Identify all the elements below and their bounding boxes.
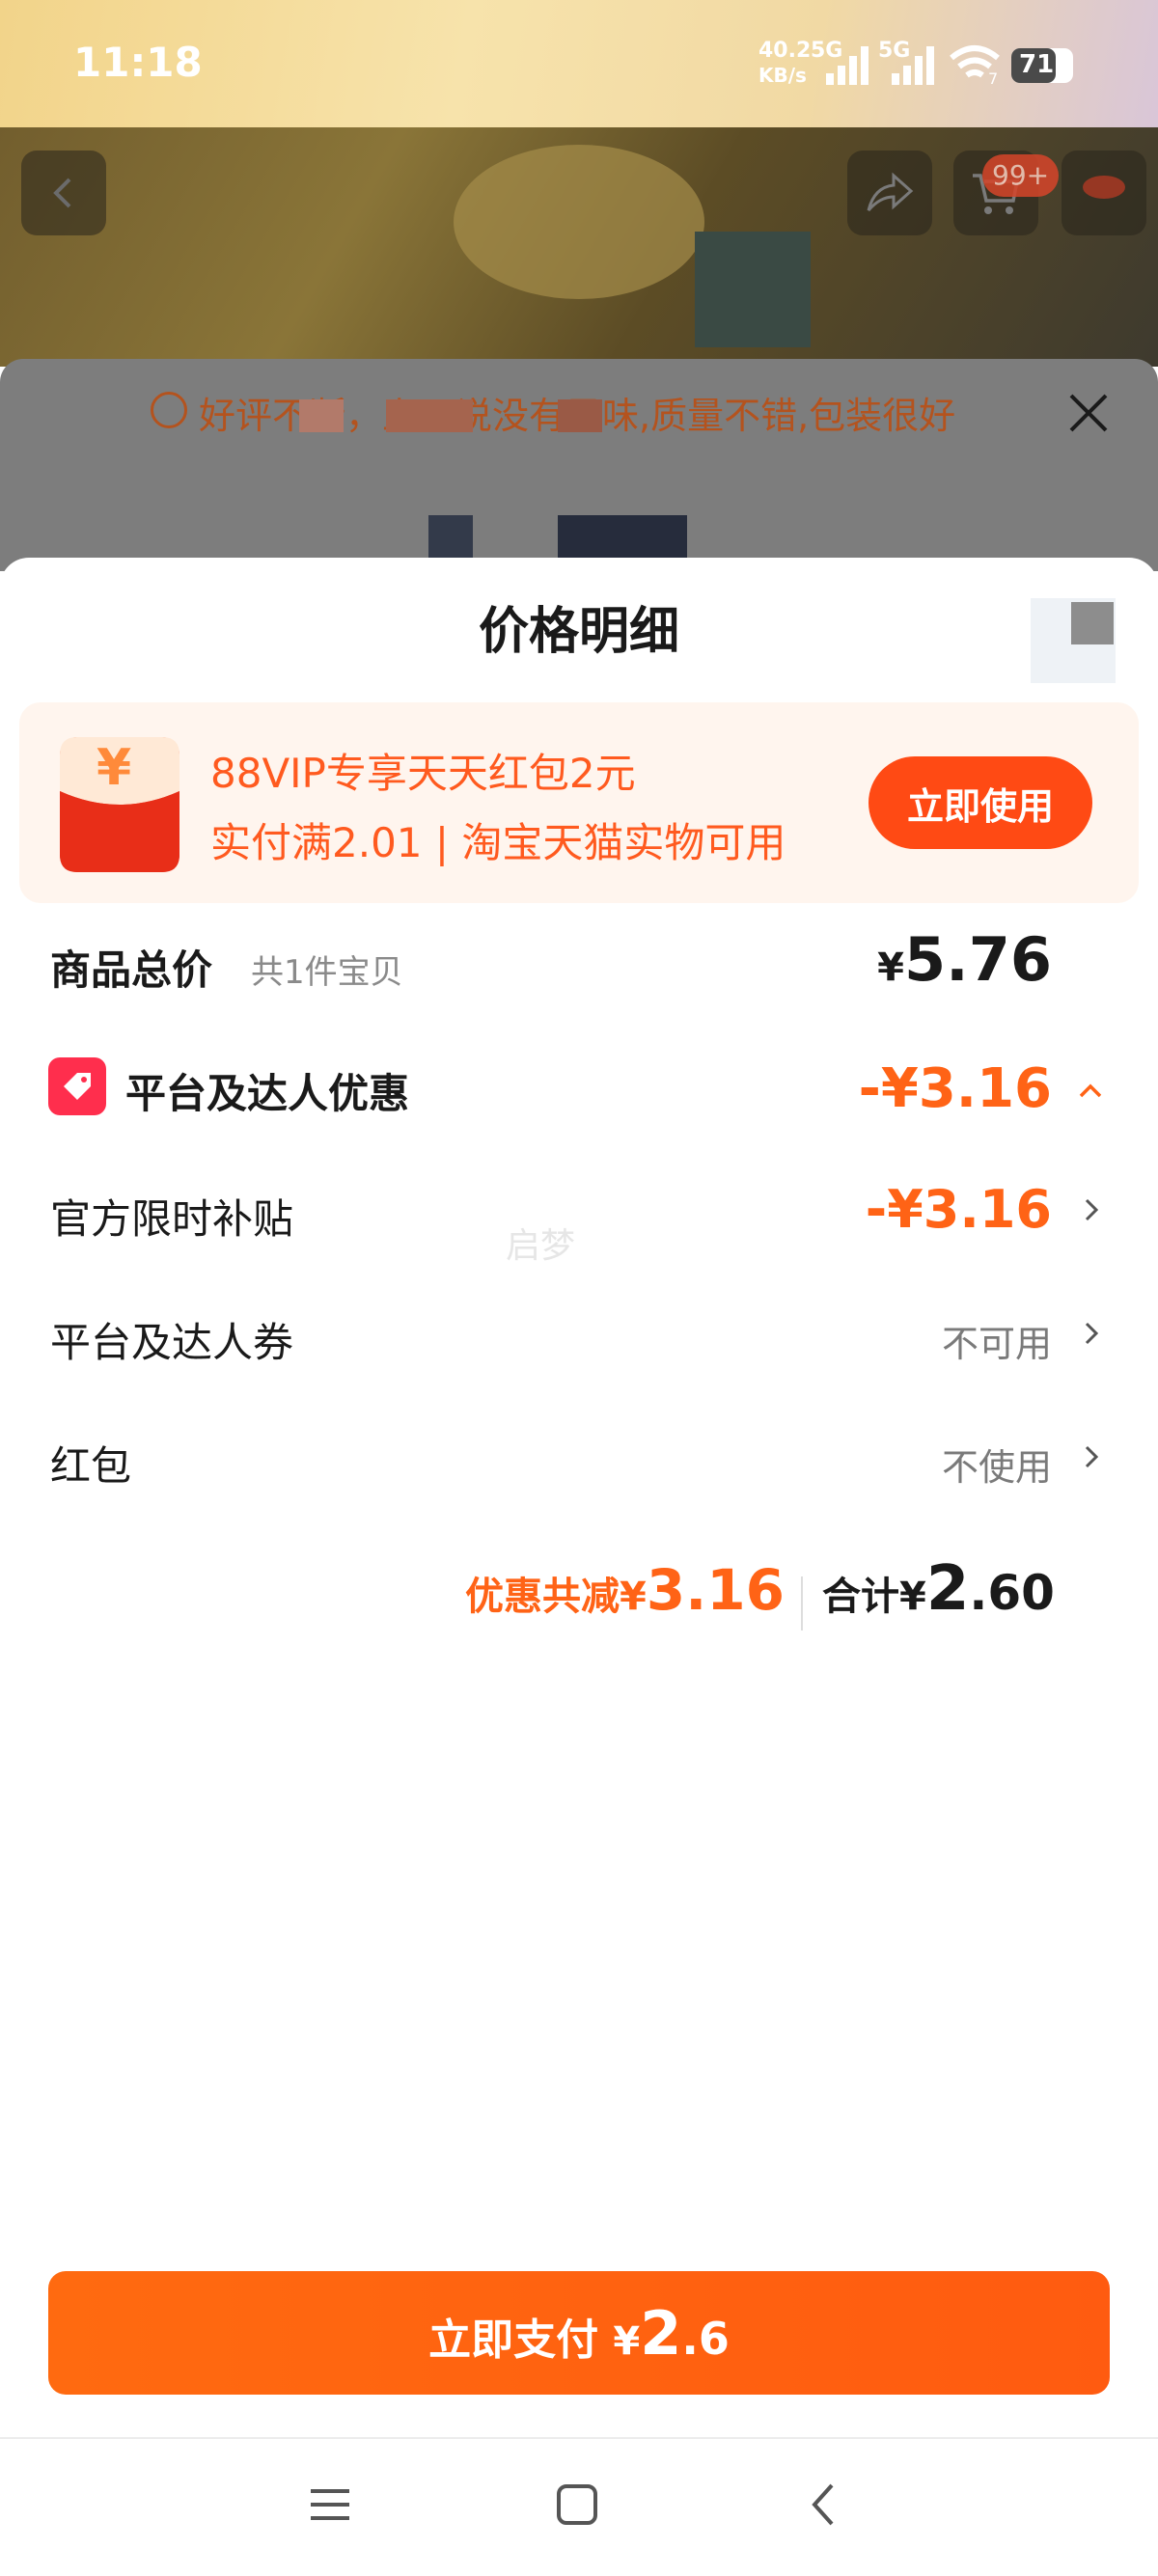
subsidy-label: 官方限时补贴	[50, 1195, 294, 1243]
chevron-right-icon	[1085, 1198, 1099, 1221]
status-bar: 11:18 40.2 KB/s 5G 5G 7 71	[0, 0, 1158, 127]
product-image-shape	[454, 145, 704, 299]
product-image-package	[695, 232, 811, 347]
privacy-mosaic	[299, 399, 344, 432]
total-int: 2	[925, 1553, 970, 1625]
share-icon	[867, 172, 914, 211]
total-dec: .60	[969, 1565, 1055, 1621]
redpacket-value: 不使用	[941, 1446, 1052, 1489]
status-time: 11:18	[73, 39, 203, 86]
items-total-value: ¥5.76	[877, 924, 1052, 995]
vip-banner-subtitle: 实付满2.01 | 淘宝天猫实物可用	[210, 819, 786, 866]
coupon-label: 平台及达人券	[50, 1319, 294, 1366]
pay-now-button[interactable]: 立即支付 ¥2.6	[48, 2271, 1110, 2395]
sheet-title: 价格明细	[478, 603, 679, 661]
coupon-value: 不可用	[941, 1323, 1052, 1365]
saved-label: 优惠共减¥	[465, 1575, 647, 1619]
close-icon[interactable]	[1065, 390, 1112, 436]
vip-banner-title: 88VIP专享天天红包2元	[210, 750, 636, 797]
saved-total: 优惠共减¥3.16	[465, 1557, 785, 1623]
chat-bubble-icon	[151, 392, 187, 428]
product-thumbnail	[1031, 598, 1116, 683]
items-total-amount: 5.76	[904, 924, 1052, 995]
battery-icon: 71	[1011, 48, 1073, 83]
battery-level: 71	[1019, 50, 1055, 79]
pay-amount-dec: .6	[681, 2312, 730, 2365]
privacy-mosaic	[558, 515, 687, 563]
net-speed-unit: KB/s	[758, 64, 807, 87]
watermark: 启梦	[506, 1226, 576, 1266]
subsidy-value: -¥3.16	[865, 1179, 1052, 1240]
menu-icon[interactable]	[307, 2481, 353, 2528]
net-speed-value: 40.2	[758, 39, 812, 63]
redpacket-label: 红包	[50, 1442, 132, 1490]
screen: 11:18 40.2 KB/s 5G 5G 7 71 99+ 价格明细 ¥ 88…	[0, 0, 1158, 2576]
back-button[interactable]	[21, 151, 106, 235]
grand-total: 合计¥2.60	[822, 1553, 1055, 1625]
coupon-tag-icon	[48, 1057, 106, 1115]
items-count-note: 共1件宝贝	[251, 953, 403, 992]
chevron-right-icon	[1085, 1445, 1099, 1468]
chevron-right-icon	[1085, 1322, 1099, 1345]
privacy-mosaic	[386, 399, 473, 432]
chevron-left-icon	[53, 178, 71, 208]
pay-label: 立即支付	[428, 2315, 599, 2365]
pay-amount-int: 2	[640, 2297, 682, 2369]
privacy-mosaic	[558, 399, 602, 432]
pay-currency: ¥	[613, 2318, 641, 2364]
cart-count-badge: 99+	[982, 154, 1060, 197]
back-nav-icon[interactable]	[801, 2481, 847, 2528]
currency-symbol: ¥	[877, 945, 905, 990]
discount-label: 平台及达人优惠	[125, 1070, 410, 1117]
total-label: 合计¥	[822, 1575, 926, 1619]
summary-divider	[801, 1576, 803, 1631]
message-icon	[1083, 176, 1125, 199]
saved-amount: 3.16	[646, 1557, 785, 1623]
share-button[interactable]	[847, 151, 932, 235]
privacy-mosaic	[428, 515, 473, 563]
wifi-label: 7	[988, 69, 999, 88]
system-nav-bar	[0, 2437, 1158, 2576]
more-button[interactable]	[1062, 151, 1146, 235]
red-packet-symbol: ¥	[96, 739, 132, 797]
signal-icon-sim1	[826, 46, 868, 85]
signal-icon-sim2	[892, 46, 934, 85]
discount-amount[interactable]: -¥3.16	[859, 1057, 1052, 1120]
use-now-button[interactable]: 立即使用	[868, 756, 1092, 849]
chevron-up-icon[interactable]	[1075, 1075, 1106, 1106]
home-icon[interactable]	[554, 2481, 600, 2528]
items-total-label: 商品总价	[50, 946, 213, 994]
